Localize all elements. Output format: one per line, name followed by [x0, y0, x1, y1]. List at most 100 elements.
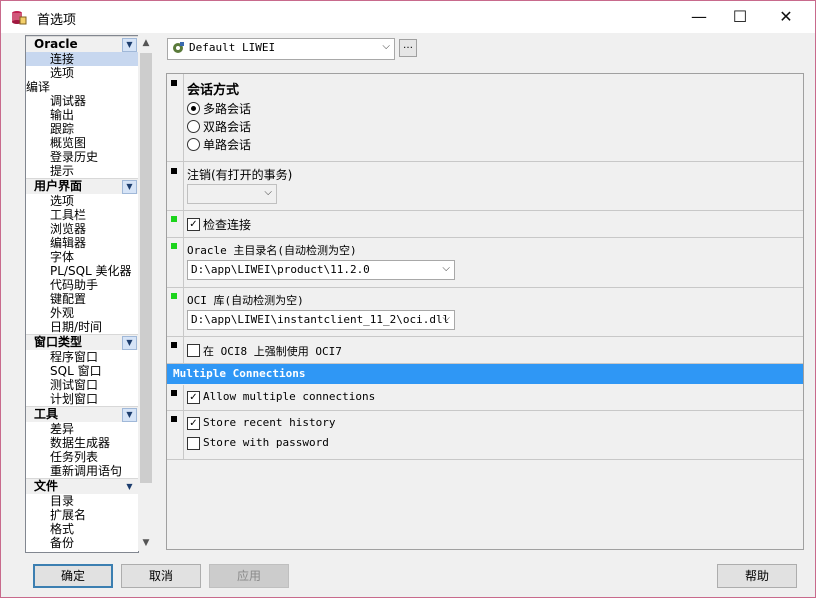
group-header-files[interactable]: 文件 ▼ [26, 478, 138, 494]
chevron-down-icon: ⌵ [264, 187, 272, 198]
check-connection-checkbox[interactable]: ✓ [187, 218, 200, 231]
sidebar-item-extensions[interactable]: 扩展名 [26, 508, 138, 522]
divider [183, 337, 184, 363]
sidebar-item-overview[interactable]: 概览图 [26, 136, 138, 150]
radio-button[interactable] [187, 138, 200, 151]
sidebar-item-ui-options[interactable]: 选项 [26, 194, 138, 208]
group-header-window-types[interactable]: 窗口类型 ▼ [26, 334, 138, 350]
scroll-down-icon[interactable]: ▼ [138, 535, 154, 551]
radio-label: 多路会话 [203, 102, 252, 116]
allow-multiple-checkbox[interactable]: ✓ [187, 391, 200, 404]
sidebar-item-program-window[interactable]: 程序窗口 [26, 350, 138, 364]
store-history-checkbox[interactable]: ✓ [187, 417, 200, 430]
divider [183, 385, 184, 410]
oci-library-label: OCI 库(自动检测为空) [187, 294, 304, 307]
sidebar-item-output[interactable]: 输出 [26, 108, 138, 122]
chevron-down-icon[interactable]: ▼ [122, 38, 137, 52]
database-icon [12, 11, 27, 25]
sidebar-item-beautifier[interactable]: PL/SQL 美化器 [26, 264, 138, 278]
radio-button[interactable] [187, 102, 200, 115]
group-label: 文件 [34, 479, 59, 493]
minimize-button[interactable]: — [676, 1, 722, 33]
sidebar-item-browser[interactable]: 浏览器 [26, 222, 138, 236]
apply-button[interactable]: 应用 [209, 564, 289, 588]
settings-icon [173, 42, 184, 53]
sidebar-item-fonts[interactable]: 字体 [26, 250, 138, 264]
sidebar-item-code-assistant[interactable]: 代码助手 [26, 278, 138, 292]
maximize-button[interactable]: ☐ [717, 1, 763, 33]
group-header-tools[interactable]: 工具 ▼ [26, 406, 138, 422]
force-oci7-checkbox[interactable] [187, 344, 200, 357]
sidebar-item-diff[interactable]: 差异 [26, 422, 138, 436]
changed-marker [171, 293, 177, 299]
divider [183, 288, 184, 336]
default-marker [171, 80, 177, 86]
oracle-home-select[interactable]: D:\app\LIWEI\product\11.2.0 ⌵ [187, 260, 455, 280]
sidebar-item-editor[interactable]: 编辑器 [26, 236, 138, 250]
sidebar-item-trace[interactable]: 跟踪 [26, 122, 138, 136]
store-password-checkbox[interactable] [187, 437, 200, 450]
sidebar-item-appearance[interactable]: 外观 [26, 306, 138, 320]
sidebar-item-key-config[interactable]: 键配置 [26, 292, 138, 306]
more-button[interactable]: … [399, 39, 417, 57]
cancel-button[interactable]: 取消 [121, 564, 201, 588]
default-marker [171, 342, 177, 348]
profile-select[interactable]: Default LIWEI ⌵ [167, 38, 395, 60]
sidebar-item-sql-window[interactable]: SQL 窗口 [26, 364, 138, 378]
group-header-oracle[interactable]: Oracle ▼ [26, 36, 138, 52]
history-section: ✓ Store recent history Store with passwo… [167, 411, 803, 460]
sidebar-item-data-generator[interactable]: 数据生成器 [26, 436, 138, 450]
chevron-down-icon: ⌵ [382, 41, 390, 52]
chevron-down-icon[interactable]: ▼ [122, 480, 137, 494]
sidebar-item-connection[interactable]: 连接 [26, 52, 138, 66]
sidebar-item-hints[interactable]: 提示 [26, 164, 138, 178]
sidebar-item-debugger[interactable]: 调试器 [26, 94, 138, 108]
chevron-down-icon: ⌵ [442, 263, 450, 274]
store-history-label: Store recent history [203, 416, 336, 429]
oracle-home-label: Oracle 主目录名(自动检测为空) [187, 244, 357, 257]
default-marker [171, 416, 177, 422]
allow-multiple-section: ✓ Allow multiple connections [167, 385, 803, 411]
sidebar-item-toolbar[interactable]: 工具栏 [26, 208, 138, 222]
sidebar-item-backup[interactable]: 备份 [26, 536, 138, 550]
radio-button[interactable] [187, 120, 200, 133]
sidebar-item-options[interactable]: 选项 [26, 66, 138, 80]
sidebar-item-format[interactable]: 格式 [26, 522, 138, 536]
logoff-select[interactable]: ⌵ [187, 184, 277, 204]
close-button[interactable]: ✕ [763, 1, 809, 33]
group-header-user-interface[interactable]: 用户界面 ▼ [26, 178, 138, 194]
preferences-window: 首选项 — ☐ ✕ Oracle ▼ 连接 选项 编译 调试器 输出 跟踪 概览… [0, 0, 816, 598]
sidebar-item-test-window[interactable]: 测试窗口 [26, 378, 138, 392]
title-bar: 首选项 — ☐ ✕ [1, 1, 815, 33]
ok-button[interactable]: 确定 [33, 564, 113, 588]
oracle-home-section: Oracle 主目录名(自动检测为空) D:\app\LIWEI\product… [167, 238, 803, 288]
allow-multiple-label: Allow multiple connections [203, 390, 376, 403]
divider [183, 162, 184, 210]
dialog-client: Oracle ▼ 连接 选项 编译 调试器 输出 跟踪 概览图 登录历史 提示 … [23, 33, 809, 553]
sidebar-item-plan-window[interactable]: 计划窗口 [26, 392, 138, 406]
oracle-home-value: D:\app\LIWEI\product\11.2.0 [191, 263, 370, 276]
sidebar-item-task-list[interactable]: 任务列表 [26, 450, 138, 464]
chevron-down-icon[interactable]: ▼ [122, 180, 137, 194]
sidebar-item-recall-statement[interactable]: 重新调用语句 [26, 464, 138, 478]
sidebar-item-datetime[interactable]: 日期/时间 [26, 320, 138, 334]
scroll-up-icon[interactable]: ▲ [138, 35, 154, 51]
help-button[interactable]: 帮助 [717, 564, 797, 588]
chevron-down-icon[interactable]: ▼ [122, 408, 137, 422]
scroll-thumb[interactable] [140, 53, 152, 483]
chevron-down-icon: ⌵ [442, 313, 450, 324]
oci-library-select[interactable]: D:\app\LIWEI\instantclient_11_2\oci.dll … [187, 310, 455, 330]
store-password-label: Store with password [203, 436, 329, 449]
group-label: Oracle [34, 37, 78, 51]
category-tree[interactable]: Oracle ▼ 连接 选项 编译 调试器 输出 跟踪 概览图 登录历史 提示 … [25, 35, 139, 553]
logoff-label: 注销(有打开的事务) [187, 168, 293, 182]
sidebar-item-compile[interactable]: 编译 [26, 80, 138, 94]
sidebar-scrollbar[interactable]: ▲ ▼ [138, 35, 154, 551]
divider [183, 411, 184, 459]
sidebar-item-logon-history[interactable]: 登录历史 [26, 150, 138, 164]
force-oci7-section: 在 OCI8 上强制使用 OCI7 [167, 337, 803, 364]
sidebar-item-directories[interactable]: 目录 [26, 494, 138, 508]
oci-library-section: OCI 库(自动检测为空) D:\app\LIWEI\instantclient… [167, 288, 803, 337]
chevron-down-icon[interactable]: ▼ [122, 336, 137, 350]
session-mode-title: 会话方式 [187, 83, 240, 98]
